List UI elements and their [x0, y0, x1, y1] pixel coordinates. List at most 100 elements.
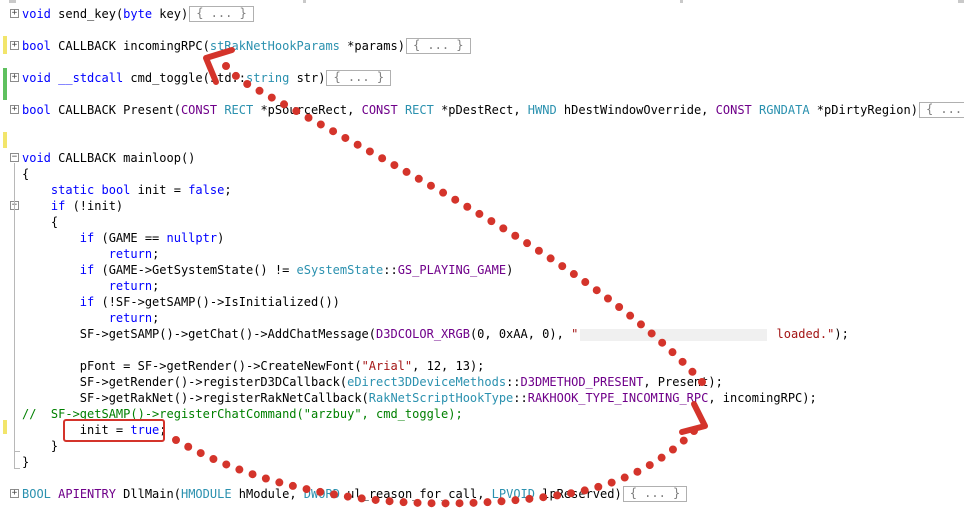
code-line-if-initialized[interactable]: if (!SF->getSAMP()->IsInitialized()) — [22, 294, 340, 310]
code-line-incoming-rpc[interactable]: bool CALLBACK incomingRPC(stRakNetHookPa… — [22, 38, 471, 54]
expand-toggle-icon[interactable]: + — [10, 9, 19, 18]
code-line-dllmain[interactable]: BOOL APIENTRY DllMain(HMODULE hModule, D… — [22, 486, 688, 502]
code-token: eDirect3DDeviceMethods — [347, 375, 507, 389]
code-token: return — [108, 279, 153, 293]
expand-toggle-icon[interactable]: + — [10, 73, 19, 82]
code-token: { — [22, 215, 59, 229]
code-token: HMODULE — [180, 487, 232, 501]
change-margin — [0, 0, 9, 520]
code-line-if-system-state[interactable]: if (GAME->GetSystemState() != eSystemSta… — [22, 262, 514, 278]
fold-guide-inner — [14, 211, 15, 451]
code-line-static-init[interactable]: static bool init = false; — [22, 182, 232, 198]
code-token: SF->getRender()->registerD3DCallback( — [22, 375, 348, 389]
code-token: *pDestRect, — [433, 103, 528, 117]
code-token: if — [79, 295, 95, 309]
code-token: ) — [217, 231, 225, 245]
code-token: send_key( — [58, 7, 124, 21]
code-token: hDestWindowOverride, — [556, 103, 716, 117]
code-token: D3DMETHOD_PRESENT — [520, 375, 644, 389]
collapse-toggle-icon[interactable]: − — [10, 153, 19, 162]
code-token: RECT — [224, 103, 254, 117]
code-token: (!init) — [65, 199, 124, 213]
code-token: CALLBACK incomingRPC( — [50, 39, 210, 53]
code-token: CONST — [715, 103, 752, 117]
code-token: key) — [152, 7, 189, 21]
code-token: "Arial" — [361, 359, 413, 373]
code-line-register-raknet[interactable]: SF->getRakNet()->registerRakNetCallback(… — [22, 390, 817, 406]
code-token: , 12, 13); — [412, 359, 485, 373]
editor-top-bar — [0, 0, 964, 3]
code-line-mainloop[interactable]: void CALLBACK mainloop() — [22, 150, 195, 166]
code-token: init = — [130, 183, 189, 197]
top-bar-segment — [958, 0, 964, 3]
code-token: RakNetScriptHookType — [368, 391, 514, 405]
code-token: " — [571, 327, 579, 341]
code-token: return — [108, 311, 153, 325]
code-token: return — [108, 247, 153, 261]
code-line-close-brace-1[interactable]: } — [22, 454, 29, 470]
collapsed-block-indicator[interactable]: { ... } — [622, 486, 688, 502]
code-line-if-not-init[interactable]: if (!init) — [22, 198, 123, 214]
code-line-return-1[interactable]: return; — [22, 246, 160, 262]
expand-toggle-icon[interactable]: + — [10, 489, 19, 498]
code-token: ; — [152, 311, 160, 325]
code-line-if-game-null[interactable]: if (GAME == nullptr) — [22, 230, 225, 246]
collapsed-block-indicator[interactable]: { ... } — [405, 38, 471, 54]
code-token: ; — [224, 183, 232, 197]
code-token: bool — [22, 39, 51, 53]
code-line-register-d3d[interactable]: SF->getRender()->registerD3DCallback(eDi… — [22, 374, 723, 390]
code-token: void — [22, 7, 51, 21]
code-token: ul_reason_for_call, — [339, 487, 492, 501]
code-token: if — [79, 263, 95, 277]
code-token: RAKHOOK_TYPE_INCOMING_RPC — [527, 391, 709, 405]
code-token: APIENTRY — [58, 487, 116, 501]
collapsed-block-indicator[interactable]: { ... } — [326, 70, 392, 86]
code-token: (!SF->getSAMP()->IsInitialized()) — [94, 295, 340, 309]
code-token: DWORD — [303, 487, 340, 501]
fold-guide-end — [14, 468, 20, 469]
change-marker — [3, 68, 7, 100]
code-token: :: — [506, 375, 521, 389]
code-token: HWND — [527, 103, 557, 117]
code-token: eSystemState — [296, 263, 384, 277]
code-line-cmd-toggle[interactable]: void __stdcall cmd_toggle(std::string st… — [22, 70, 392, 86]
code-token: ; — [152, 279, 160, 293]
collapsed-block-indicator[interactable]: { ... } — [189, 6, 254, 22]
code-token: } — [22, 439, 59, 453]
code-line-return-3[interactable]: return; — [22, 310, 160, 326]
collapsed-block-indicator[interactable]: { ... } — [918, 102, 964, 118]
code-token: str) — [289, 71, 326, 85]
code-line-open-brace-1[interactable]: { — [22, 166, 29, 182]
code-token: D3DCOLOR_XRGB — [376, 327, 470, 341]
code-token: RECT — [404, 103, 434, 117]
code-line-add-chat-message[interactable]: SF->getSAMP()->getChat()->AddChatMessage… — [22, 326, 849, 342]
code-token: LPVOID — [491, 487, 535, 501]
code-token: void — [22, 151, 51, 165]
code-token: :: — [513, 391, 528, 405]
code-token: bool — [22, 103, 51, 117]
code-line-close-brace-2[interactable]: } — [22, 438, 58, 454]
code-token: ) — [506, 263, 514, 277]
code-token: CALLBACK Present( — [50, 103, 181, 117]
code-line-open-brace-2[interactable]: { — [22, 214, 58, 230]
code-line-create-font[interactable]: pFont = SF->getRender()->CreateNewFont("… — [22, 358, 485, 374]
expand-toggle-icon[interactable]: + — [10, 105, 19, 114]
code-line-present[interactable]: bool CALLBACK Present(CONST RECT *pSourc… — [22, 102, 964, 118]
code-token: string — [246, 71, 290, 85]
code-token: SF->getRakNet()->registerRakNetCallback( — [22, 391, 369, 405]
code-token: ; — [152, 247, 160, 261]
code-token: std:: — [209, 71, 246, 85]
change-marker — [3, 420, 7, 434]
code-line-return-2[interactable]: return; — [22, 278, 160, 294]
code-token: SF->getSAMP()->getChat()->AddChatMessage… — [22, 327, 377, 341]
code-token: nullptr — [166, 231, 218, 245]
expand-toggle-icon[interactable]: + — [10, 41, 19, 50]
code-token: __stdcall — [58, 71, 124, 85]
code-line-send-key[interactable]: void send_key(byte key){ ... } — [22, 6, 254, 22]
